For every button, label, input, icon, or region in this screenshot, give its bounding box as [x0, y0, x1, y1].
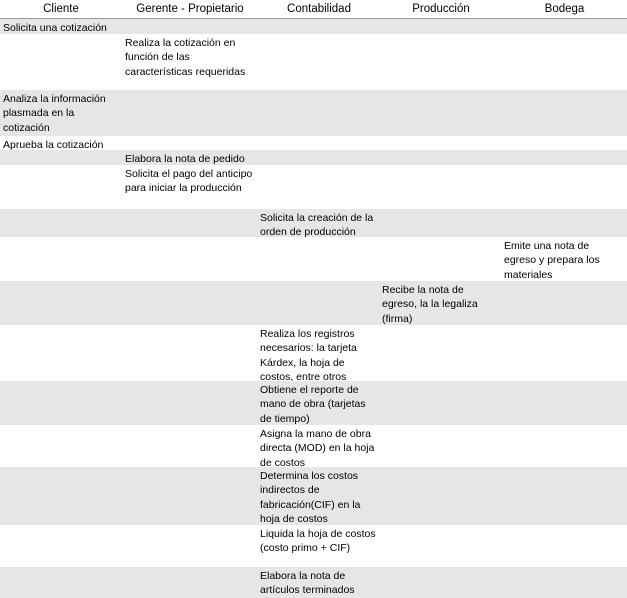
column-header-contabilidad: Contabilidad: [287, 3, 351, 15]
table-row: Asigna la mano de obra directa (MOD) en …: [0, 425, 627, 469]
table-cell: Emite una nota de egreso y prepara los m…: [504, 240, 600, 281]
column-header-cliente: Cliente: [43, 3, 79, 15]
table-row: Realiza la cotización en función de las …: [0, 34, 627, 90]
table-row: Analiza la información plasmada en la co…: [0, 90, 627, 136]
table-row: Determina los costos indirectos de fabri…: [0, 467, 627, 525]
table-row: Elabora la nota de artículos terminados: [0, 567, 627, 598]
table-header: Cliente Gerente - Propietario Contabilid…: [0, 0, 627, 19]
table-row: Solicita el pago del anticipo para inici…: [0, 165, 627, 209]
table-cell: Analiza la información plasmada en la co…: [3, 93, 106, 134]
table-row: Emite una nota de egreso y prepara los m…: [0, 237, 627, 281]
table-row: Obtiene el reporte de mano de obra (tarj…: [0, 381, 627, 425]
table-cell: Solicita el pago del anticipo para inici…: [125, 168, 253, 195]
column-header-produccion: Producción: [412, 3, 470, 15]
table-row: Liquida la hoja de costos (costo primo +…: [0, 525, 627, 567]
table-cell: Recibe la nota de egreso, la la legaliza…: [382, 284, 478, 325]
table-cell: Liquida la hoja de costos (costo primo +…: [260, 528, 376, 555]
table-row: Aprueba la cotización: [0, 136, 627, 151]
table-row: Recibe la nota de egreso, la la legaliza…: [0, 281, 627, 325]
table-row: Realiza los registros necesarios: la tar…: [0, 325, 627, 383]
table-cell: Determina los costos indirectos de fabri…: [260, 470, 361, 525]
process-table: Cliente Gerente - Propietario Contabilid…: [0, 0, 627, 598]
table-row: Solicita la creación de la orden de prod…: [0, 209, 627, 239]
table-cell: Realiza los registros necesarios: la tar…: [260, 328, 357, 383]
table-row: Solicita una cotización: [0, 19, 627, 34]
table-cell: Elabora la nota de artículos terminados: [260, 570, 355, 597]
table-cell: Realiza la cotización en función de las …: [125, 37, 246, 78]
column-header-gerente: Gerente - Propietario: [136, 3, 244, 15]
table-cell: Obtiene el reporte de mano de obra (tarj…: [260, 384, 366, 425]
table-cell: Asigna la mano de obra directa (MOD) en …: [260, 428, 375, 469]
column-header-bodega: Bodega: [544, 3, 585, 15]
table-cell: Solicita la creación de la orden de prod…: [260, 212, 374, 239]
table-row: Elabora la nota de pedido: [0, 150, 627, 165]
